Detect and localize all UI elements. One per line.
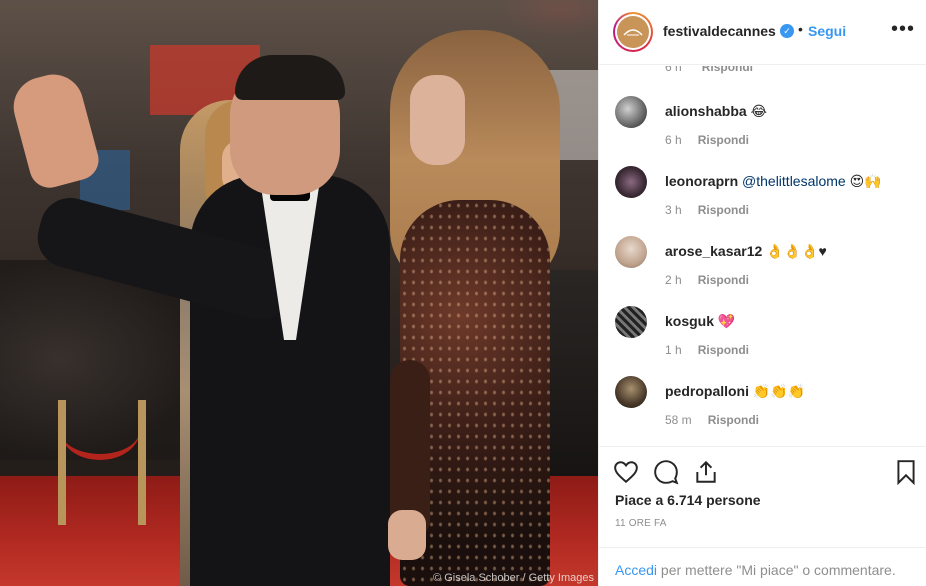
- login-prompt-text: Accedi per mettere "Mi piace" o commenta…: [615, 562, 896, 578]
- photo-credit: © Gisela Schober / Getty Images: [433, 572, 594, 584]
- comment-meta: 58 m Rispondi: [665, 413, 759, 427]
- face: [410, 75, 465, 165]
- post-username[interactable]: festivaldecannes: [663, 23, 776, 39]
- comment-time: 1 h: [665, 343, 682, 357]
- avatar[interactable]: [615, 236, 647, 268]
- login-prompt: Accedi per mettere "Mi piace" o commenta…: [599, 547, 926, 586]
- reply-button[interactable]: Rispondi: [702, 66, 753, 74]
- more-options-icon[interactable]: •••: [891, 18, 915, 41]
- comment-time: 3 h: [665, 203, 682, 217]
- comment-text: arose_kasar12 👌👌👌♥: [665, 243, 827, 260]
- comment-text: leonoraprn @thelittlesalome 😍🙌: [665, 173, 882, 190]
- reply-button[interactable]: Rispondi: [698, 133, 749, 147]
- palm-logo-icon: [623, 29, 643, 36]
- post-side-panel: festivaldecannes ✓ • Segui ••• 6 h Rispon…: [598, 0, 926, 586]
- comment-username[interactable]: arose_kasar12: [665, 243, 762, 259]
- list-item: leonoraprn @thelittlesalome 😍🙌 3 h Rispon…: [599, 166, 926, 236]
- separator-dot: •: [798, 21, 803, 37]
- avatar[interactable]: [615, 96, 647, 128]
- rope-post: [58, 400, 66, 525]
- avatar[interactable]: [615, 306, 647, 338]
- list-item: alionshabba 😂 6 h Rispondi: [599, 96, 926, 166]
- comment-body: 😍🙌: [849, 173, 882, 189]
- story-ring[interactable]: [613, 12, 653, 52]
- likes-count[interactable]: Piace a 6.714 persone: [615, 492, 761, 508]
- comment-meta: 1 h Rispondi: [665, 343, 749, 357]
- login-link[interactable]: Accedi: [615, 562, 657, 578]
- verified-badge-icon: ✓: [780, 24, 794, 38]
- follow-button[interactable]: Segui: [808, 23, 846, 39]
- login-prompt-message: per mettere "Mi piace" o commentare.: [657, 562, 896, 578]
- comment-text: pedropalloni 👏👏👏: [665, 383, 805, 400]
- comment-meta-partial: 6 h Rispondi: [665, 66, 753, 74]
- comment-time: 6 h: [665, 66, 682, 74]
- avatar[interactable]: [615, 166, 647, 198]
- comment-username[interactable]: pedropalloni: [665, 383, 749, 399]
- bookmark-icon[interactable]: [893, 459, 919, 485]
- avatar[interactable]: [615, 376, 647, 408]
- comment-meta: 6 h Rispondi: [665, 133, 749, 147]
- reply-button[interactable]: Rispondi: [708, 413, 759, 427]
- list-item: pedropalloni 👏👏👏 58 m Rispondi: [599, 376, 926, 446]
- comments-list[interactable]: 6 h Rispondi alionshabba 😂 6 h Rispondi le…: [599, 66, 926, 446]
- reply-button[interactable]: Rispondi: [698, 203, 749, 217]
- reply-button[interactable]: Rispondi: [698, 343, 749, 357]
- comment-time: 58 m: [665, 413, 692, 427]
- comment-username[interactable]: leonoraprn: [665, 173, 738, 189]
- comment-body: 💖: [717, 313, 736, 329]
- comment-text: kosguk 💖: [665, 313, 735, 330]
- comment-time: 6 h: [665, 133, 682, 147]
- comment-text: alionshabba 😂: [665, 103, 767, 120]
- post-actions: Piace a 6.714 persone 11 ORE FA Accedi p…: [599, 446, 926, 586]
- heart-icon[interactable]: [613, 459, 639, 485]
- hand: [388, 510, 426, 560]
- post-photo[interactable]: © Gisela Schober / Getty Images: [0, 0, 598, 586]
- avatar[interactable]: [617, 16, 649, 48]
- comment-time: 2 h: [665, 273, 682, 287]
- comment-mention[interactable]: @thelittlesalome: [742, 173, 846, 189]
- share-icon[interactable]: [693, 459, 719, 485]
- post-timestamp[interactable]: 11 ORE FA: [615, 518, 667, 529]
- list-item: kosguk 💖 1 h Rispondi: [599, 306, 926, 376]
- figure-woman-right: [380, 30, 560, 586]
- comment-body: 😂: [750, 103, 767, 119]
- reply-button[interactable]: Rispondi: [698, 273, 749, 287]
- hair: [235, 55, 345, 100]
- comment-meta: 3 h Rispondi: [665, 203, 749, 217]
- comment-meta: 2 h Rispondi: [665, 273, 749, 287]
- comment-body: 👏👏👏: [752, 383, 806, 399]
- comment-body: 👌👌👌♥: [766, 243, 827, 259]
- comment-username[interactable]: alionshabba: [665, 103, 747, 119]
- post-header: festivaldecannes ✓ • Segui •••: [599, 0, 926, 65]
- list-item: arose_kasar12 👌👌👌♥ 2 h Rispondi: [599, 236, 926, 306]
- comment-icon[interactable]: [653, 459, 679, 485]
- comment-username[interactable]: kosguk: [665, 313, 714, 329]
